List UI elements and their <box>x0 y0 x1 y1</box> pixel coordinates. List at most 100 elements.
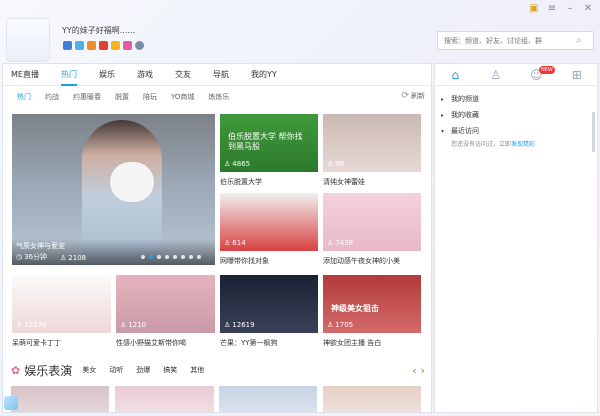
card-caption: 添加动感午夜女神的小美 <box>323 257 400 265</box>
channel-card[interactable]: ♙ 96 清纯女神蕾娃 <box>323 114 421 188</box>
chevron-down-icon: ▾ <box>441 128 445 135</box>
card-caption: 网曝带你找对象 <box>220 257 269 265</box>
carousel-dot[interactable] <box>157 255 161 259</box>
contact-icon[interactable]: ♙ <box>476 64 517 85</box>
user-icon: ♙ <box>60 254 67 262</box>
vip-icon[interactable] <box>87 41 96 50</box>
section-arrows: ‹ › <box>412 364 425 377</box>
card-viewers: ♙ 96 <box>327 160 345 168</box>
refresh-button[interactable]: ⟳ 刷新 <box>401 91 425 101</box>
card-viewers: ♙ 1705 <box>327 321 354 329</box>
card-viewers: ♙ 4865 <box>224 160 251 168</box>
user-icon: ♙ <box>327 321 334 329</box>
chevron-right-icon: ▸ <box>441 96 445 103</box>
game-icon[interactable] <box>63 41 72 50</box>
scrollbar[interactable] <box>592 112 595 152</box>
recent-empty-hint: 您还没有访问过，立即发现精彩 <box>451 141 536 148</box>
red-badge-icon[interactable] <box>99 41 108 50</box>
channel-card[interactable]: ♙ 614 网曝带你找对象 <box>220 193 318 267</box>
section-category[interactable]: 搞笑 <box>163 365 177 375</box>
card-viewers: ♙ 614 <box>224 239 246 247</box>
subtab-refine[interactable]: 炼炼乐 <box>208 92 229 102</box>
tab-me-live[interactable]: ME直播 <box>11 64 39 86</box>
subtab-companion[interactable]: 陪玩 <box>143 92 157 102</box>
carousel-dot[interactable] <box>149 255 153 259</box>
subtab-spring[interactable]: 约惠暖春 <box>73 92 101 102</box>
carousel-dot[interactable] <box>189 255 193 259</box>
side-tabs: ⌂ ♙ ☺ NEW ⊞ <box>435 64 597 86</box>
tab-navigation[interactable]: 导航 <box>213 64 229 86</box>
subtab-stock[interactable]: 脱置 <box>115 92 129 102</box>
skin-icon[interactable]: ▣ <box>526 2 542 16</box>
carousel-dot[interactable] <box>141 255 145 259</box>
section-thumbnail[interactable] <box>219 386 317 412</box>
apps-grid-icon[interactable]: ⊞ <box>557 64 598 85</box>
sub-tabs: 热门 约战 约惠暖春 脱置 陪玩 YO商城 炼炼乐 ⟳ 刷新 <box>3 86 431 108</box>
side-panel: ⌂ ♙ ☺ NEW ⊞ ▸ 我的频道 ▸ 我的收藏 ▾ 最近访问 您还没有访问过，立即发… <box>434 63 598 413</box>
card-caption: 伯乐脱置大学 <box>220 178 262 186</box>
star-icon: ✿ <box>11 363 21 377</box>
avatar[interactable] <box>6 18 50 62</box>
diamond-icon[interactable] <box>75 41 84 50</box>
minimize-icon[interactable]: – <box>562 2 578 16</box>
signature-text[interactable]: YY的妹子好福啊...... <box>62 25 135 36</box>
tab-entertainment[interactable]: 娱乐 <box>99 64 115 86</box>
carousel-dot[interactable] <box>173 255 177 259</box>
heart-icon[interactable] <box>123 41 132 50</box>
search-icon[interactable]: ⌕ <box>576 35 582 46</box>
chevron-right-icon[interactable]: › <box>421 364 425 377</box>
section-thumbnail[interactable] <box>11 386 109 412</box>
channel-card[interactable]: 神级美女狙击 ♙ 1705 神欲女团主播 告白 <box>323 275 421 349</box>
header: ▣ ≡ – ✕ YY的妹子好福啊...... ⌕ <box>0 0 600 62</box>
tree-node-favorites[interactable]: ▸ 我的收藏 <box>435 107 597 123</box>
card-viewers: ♙ 12270 <box>16 321 47 329</box>
eye-icon[interactable] <box>135 41 144 50</box>
tab-games[interactable]: 游戏 <box>137 64 153 86</box>
chevron-right-icon: ▸ <box>441 112 445 119</box>
chevron-left-icon[interactable]: ‹ <box>412 364 416 377</box>
carousel-dot[interactable] <box>165 255 169 259</box>
featured-card[interactable]: 气质女神与爱宠 ◷ 36分钟 ♙ 2108 <box>12 114 215 265</box>
channel-card[interactable]: ♙ 1210 性感小野猫艾斯带你喝 <box>116 275 215 349</box>
channel-card[interactable]: 伯乐脱置大学 帮你找到黑马股 ♙ 4865 伯乐脱置大学 <box>220 114 318 188</box>
section-category[interactable]: 其他 <box>190 365 204 375</box>
home-icon[interactable]: ⌂ <box>435 64 476 85</box>
tree-node-recent[interactable]: ▾ 最近访问 <box>435 123 597 139</box>
search-input[interactable] <box>438 36 576 45</box>
section-category[interactable]: 劲爆 <box>136 365 150 375</box>
group-icon[interactable]: ☺ NEW <box>516 64 557 85</box>
tree-node-my-channels[interactable]: ▸ 我的频道 <box>435 91 597 107</box>
channel-card[interactable]: ♙ 7438 添加动感午夜女神的小美 <box>323 193 421 267</box>
subtab-battle[interactable]: 约战 <box>45 92 59 102</box>
close-icon[interactable]: ✕ <box>580 2 596 16</box>
carousel-dot[interactable] <box>197 255 201 259</box>
channel-card[interactable]: ♙ 12619 芒果：YY第一枫狗 <box>220 275 318 349</box>
card-viewers: ♙ 7438 <box>327 239 354 247</box>
carousel-dot[interactable] <box>181 255 185 259</box>
featured-viewers: ♙ 2108 <box>60 254 87 262</box>
user-icon: ♙ <box>16 321 23 329</box>
channel-card[interactable]: ♙ 12270 呆萌可爱卡丁丁 <box>12 275 111 349</box>
card-caption: 神欲女团主播 告白 <box>323 339 382 347</box>
user-icon: ♙ <box>224 321 231 329</box>
tab-social[interactable]: 交友 <box>175 64 191 86</box>
subtab-hot[interactable]: 热门 <box>17 92 31 102</box>
tab-hot[interactable]: 热门 <box>60 64 77 86</box>
refresh-label: 刷新 <box>411 92 425 100</box>
section-category[interactable]: 美女 <box>82 365 96 375</box>
user-icon: ♙ <box>224 160 231 168</box>
section-title[interactable]: 娱乐表演 <box>24 362 72 379</box>
subtab-mall[interactable]: YO商城 <box>171 92 194 102</box>
settings-icon[interactable]: ≡ <box>544 2 560 16</box>
section-thumbnail[interactable] <box>115 386 214 412</box>
search-box[interactable]: ⌕ <box>437 31 594 50</box>
gold-badge-icon[interactable] <box>111 41 120 50</box>
discover-link[interactable]: 发现精彩 <box>511 141 535 148</box>
section-category[interactable]: 动听 <box>109 365 123 375</box>
tab-my-yy[interactable]: 我的YY <box>251 64 277 86</box>
yy-logo-icon[interactable] <box>4 396 18 410</box>
featured-title: 气质女神与爱宠 <box>16 242 65 250</box>
section-thumbnail[interactable] <box>323 386 421 412</box>
dog-image <box>110 162 154 202</box>
section-thumbnails <box>11 386 421 412</box>
